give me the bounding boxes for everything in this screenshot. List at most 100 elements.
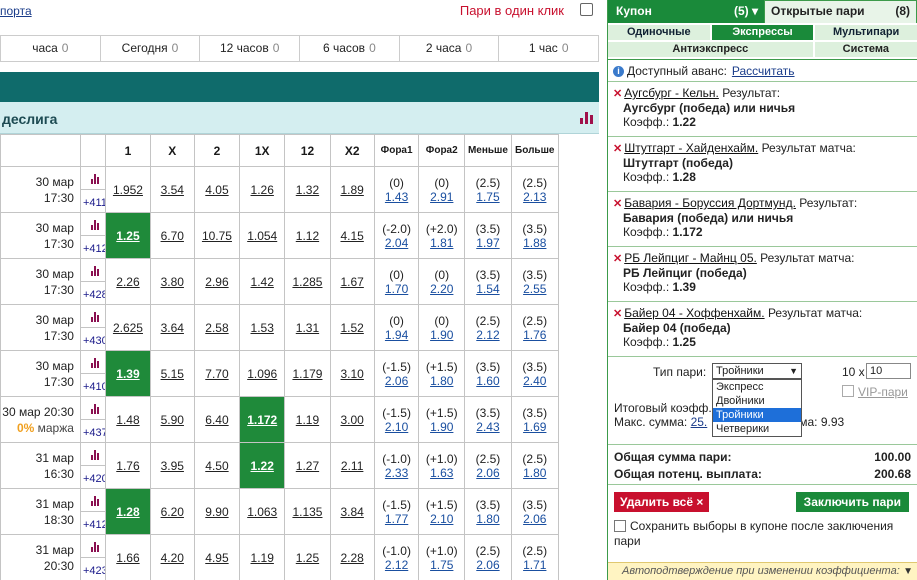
odd-cell[interactable]: 1.32 [284,166,331,213]
advance-calc-link[interactable]: Рассчитать [732,64,795,78]
handicap-cell[interactable]: (3.5) 2.55 [510,258,559,305]
odd-cell[interactable]: 3.10 [329,350,375,397]
vip-checkbox[interactable] [842,385,854,397]
bet-event-link[interactable]: Аугсбург - Кельн. [624,86,719,100]
odd-cell[interactable]: 1.22 [239,442,286,489]
bet-type-option[interactable]: Тройники [713,408,801,422]
max-sum-link[interactable]: 25. [691,415,708,429]
stats-icon[interactable] [90,403,99,414]
handicap-cell[interactable]: (-2.0) 2.04 [373,212,420,259]
odd-cell[interactable]: 1.53 [239,304,286,351]
more-markets-link[interactable]: +411 [83,197,105,209]
handicap-cell[interactable]: (3.5) 1.60 [464,350,512,397]
col-header-5[interactable]: X2 [329,134,375,167]
bet-event-link[interactable]: Байер 04 - Хоффенхайм. [624,306,764,320]
remove-bet-icon[interactable]: ✕ [613,88,622,100]
place-bet-button[interactable]: Заключить пари [795,492,909,512]
handicap-cell[interactable]: (3.5) 2.43 [464,396,512,443]
event-stats-cell[interactable]: +411 [79,166,107,213]
odd-cell[interactable]: 1.135 [284,488,331,535]
odd-cell[interactable]: 3.84 [329,488,375,535]
odd-cell[interactable]: 5.15 [149,350,195,397]
handicap-cell[interactable]: (0) 1.70 [373,258,420,305]
odd-cell[interactable]: 6.70 [149,212,195,259]
bet-kind-tab-1[interactable]: Экспрессы [711,25,814,40]
remove-bet-icon[interactable]: ✕ [613,143,622,155]
col-header-7[interactable]: Фора2 [418,134,466,167]
odd-cell[interactable]: 10.75 [193,212,241,259]
multiplier-input[interactable]: 10 [866,363,911,379]
more-markets-link[interactable]: +423 [83,565,105,577]
col-header-4[interactable]: 12 [284,134,331,167]
delete-all-button[interactable]: Удалить всё × [614,492,710,512]
col-header-0[interactable]: 1 [105,134,151,167]
col-header-1[interactable]: X [149,134,195,167]
bet-kind-tab-extra-1[interactable]: Система [814,42,917,57]
handicap-cell[interactable]: (3.5) 1.97 [464,212,512,259]
odd-cell[interactable]: 4.15 [329,212,375,259]
odd-cell[interactable]: 1.48 [105,396,151,443]
event-stats-cell[interactable]: +412 [79,488,107,535]
handicap-cell[interactable]: (3.5) 1.80 [464,488,512,535]
vip-link[interactable]: VIP-пари [858,385,908,399]
handicap-cell[interactable]: (-1.5) 1.77 [373,488,420,535]
handicap-cell[interactable]: (3.5) 1.69 [510,396,559,443]
bet-event-link[interactable]: РБ Лейпциг - Майнц 05. [624,251,757,265]
odd-cell[interactable]: 3.80 [149,258,195,305]
handicap-cell[interactable]: (0) 1.90 [418,304,466,351]
event-stats-cell[interactable]: +437 [79,396,107,443]
event-stats-cell[interactable]: +428 [79,258,107,305]
bet-type-option[interactable]: Четверики [713,422,801,436]
bet-event-link[interactable]: Штутгарт - Хайденхайм. [624,141,758,155]
handicap-cell[interactable]: (2.5) 2.12 [464,304,512,351]
odd-cell[interactable]: 7.70 [193,350,241,397]
odd-cell[interactable]: 2.58 [193,304,241,351]
handicap-cell[interactable]: (-1.5) 2.06 [373,350,420,397]
odd-cell[interactable]: 1.25 [105,212,151,259]
stats-icon[interactable] [90,219,99,230]
remove-bet-icon[interactable]: ✕ [613,198,622,210]
col-header-2[interactable]: 2 [193,134,241,167]
handicap-cell[interactable]: (0) 2.20 [418,258,466,305]
handicap-cell[interactable]: (+2.0) 1.81 [418,212,466,259]
odd-cell[interactable]: 2.625 [105,304,151,351]
odd-cell[interactable]: 1.76 [105,442,151,489]
odd-cell[interactable]: 4.95 [193,534,241,580]
bet-kind-tab-extra-0[interactable]: Антиэкспресс [608,42,813,57]
bet-type-option[interactable]: Двойники [713,394,801,408]
odd-cell[interactable]: 3.00 [329,396,375,443]
odd-cell[interactable]: 2.28 [329,534,375,580]
bet-type-select[interactable]: Тройники ▼ [712,363,802,379]
event-stats-cell[interactable]: +430 [79,304,107,351]
time-filter-1[interactable]: Сегодня 0 [101,36,201,61]
event-stats-cell[interactable]: +423 [79,534,107,580]
one-click-checkbox[interactable] [580,3,593,16]
league-stats-icon[interactable] [580,110,593,124]
auto-confirm-bar[interactable]: Автоподтверждение при изменении коэффици… [608,562,917,580]
stats-icon[interactable] [90,311,99,322]
odd-cell[interactable]: 3.95 [149,442,195,489]
odd-cell[interactable]: 6.40 [193,396,241,443]
odd-cell[interactable]: 2.11 [329,442,375,489]
stats-icon[interactable] [90,449,99,460]
remove-bet-icon[interactable]: ✕ [613,308,622,320]
handicap-cell[interactable]: (0) 2.91 [418,166,466,213]
handicap-cell[interactable]: (-1.0) 2.12 [373,534,420,580]
remove-bet-icon[interactable]: ✕ [613,253,622,265]
col-header-6[interactable]: Фора1 [373,134,420,167]
event-stats-cell[interactable]: +412 [79,212,107,259]
time-filter-0[interactable]: часа 0 [1,36,101,61]
more-markets-link[interactable]: +428 [83,289,105,301]
odd-cell[interactable]: 1.52 [329,304,375,351]
stats-icon[interactable] [90,357,99,368]
more-markets-link[interactable]: +412 [83,519,105,531]
handicap-cell[interactable]: (2.5) 1.80 [510,442,559,489]
event-stats-cell[interactable]: +420 [79,442,107,489]
odd-cell[interactable]: 1.67 [329,258,375,305]
odd-cell[interactable]: 4.50 [193,442,241,489]
odd-cell[interactable]: 1.285 [284,258,331,305]
odd-cell[interactable]: 2.96 [193,258,241,305]
col-header-8[interactable]: Меньше [464,134,512,167]
time-filter-5[interactable]: 1 час 0 [499,36,598,61]
stats-icon[interactable] [90,265,99,276]
